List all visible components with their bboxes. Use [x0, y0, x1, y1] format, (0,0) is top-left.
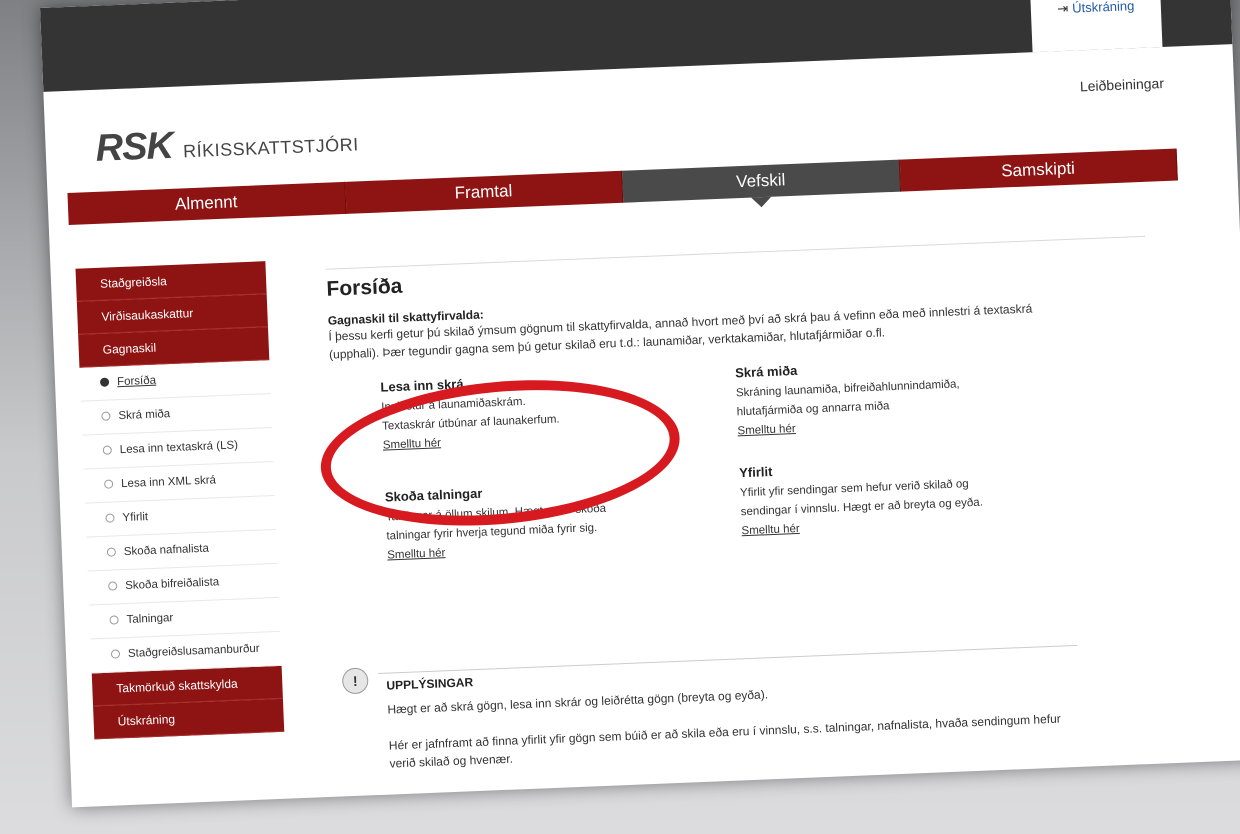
- bullet-icon: [106, 547, 117, 558]
- logout-button[interactable]: ⇥ Útskráning: [1030, 0, 1163, 53]
- nav-tab-almennt[interactable]: Almennt: [67, 181, 347, 226]
- sidebar-item-label: Forsíða: [116, 374, 157, 389]
- sidebar-section-utskraning[interactable]: Útskráning: [93, 698, 285, 740]
- browser-page: ⇥ Útskráning Leiðbeiningar RSK RÍKISSKAT…: [40, 0, 1240, 808]
- sidebar: Staðgreiðsla Virðisaukaskattur Gagnaskil…: [75, 261, 285, 740]
- sidebar-item-label: Lesa inn textaskrá (LS): [119, 439, 239, 457]
- card-yfirlit: Yfirlit Yfirlit yfir sendingar sem hefur…: [739, 452, 1072, 541]
- bullet-icon: [109, 615, 119, 626]
- info-box: ! UPPLÝSINGAR Hægt er að skrá gögn, lesa…: [341, 637, 1121, 771]
- bullet-icon: [110, 649, 121, 660]
- nav-tab-samskipti[interactable]: Samskipti: [899, 148, 1178, 192]
- logo-org-name: RÍKISSKATTSTJÓRI: [182, 134, 360, 162]
- sign-out-icon: ⇥: [1057, 0, 1069, 17]
- bullet-icon: [99, 378, 110, 388]
- bullet-icon: [105, 513, 115, 524]
- nav-tab-vefskil[interactable]: Vefskil: [622, 159, 901, 203]
- help-link[interactable]: Leiðbeiningar: [1080, 75, 1165, 94]
- nav-tab-framtal[interactable]: Framtal: [344, 170, 624, 214]
- rsk-logo[interactable]: RSK RÍKISSKATTSTJÓRI: [95, 117, 359, 171]
- divider: [377, 644, 1078, 674]
- sidebar-item-label: Yfirlit: [122, 511, 149, 525]
- info-body: Hægt er að skrá gögn, lesa inn skrár og …: [387, 673, 1089, 773]
- sidebar-item-label: Skoða nafnalista: [123, 542, 210, 559]
- logo-mark: RSK: [94, 124, 174, 170]
- card-skra-mida: Skrá miða Skráning launamiða, bifreiðahl…: [735, 352, 1068, 441]
- sidebar-item-label: Skoða bifreiðalista: [125, 576, 220, 593]
- sidebar-item-label: Lesa inn XML skrá: [120, 474, 217, 491]
- exclamation-icon: !: [341, 667, 369, 695]
- logout-label: Útskráning: [1071, 0, 1135, 16]
- bullet-icon: [102, 445, 112, 456]
- sidebar-item-label: Talningar: [126, 612, 174, 627]
- bullet-icon: [101, 411, 111, 422]
- bullet-icon: [104, 479, 114, 490]
- bullet-icon: [108, 581, 118, 592]
- sidebar-item-label: Skrá miða: [118, 408, 171, 423]
- info-title: UPPLÝSINGAR: [386, 675, 474, 693]
- sidebar-item-label: Staðgreiðslusamanburður: [127, 642, 260, 660]
